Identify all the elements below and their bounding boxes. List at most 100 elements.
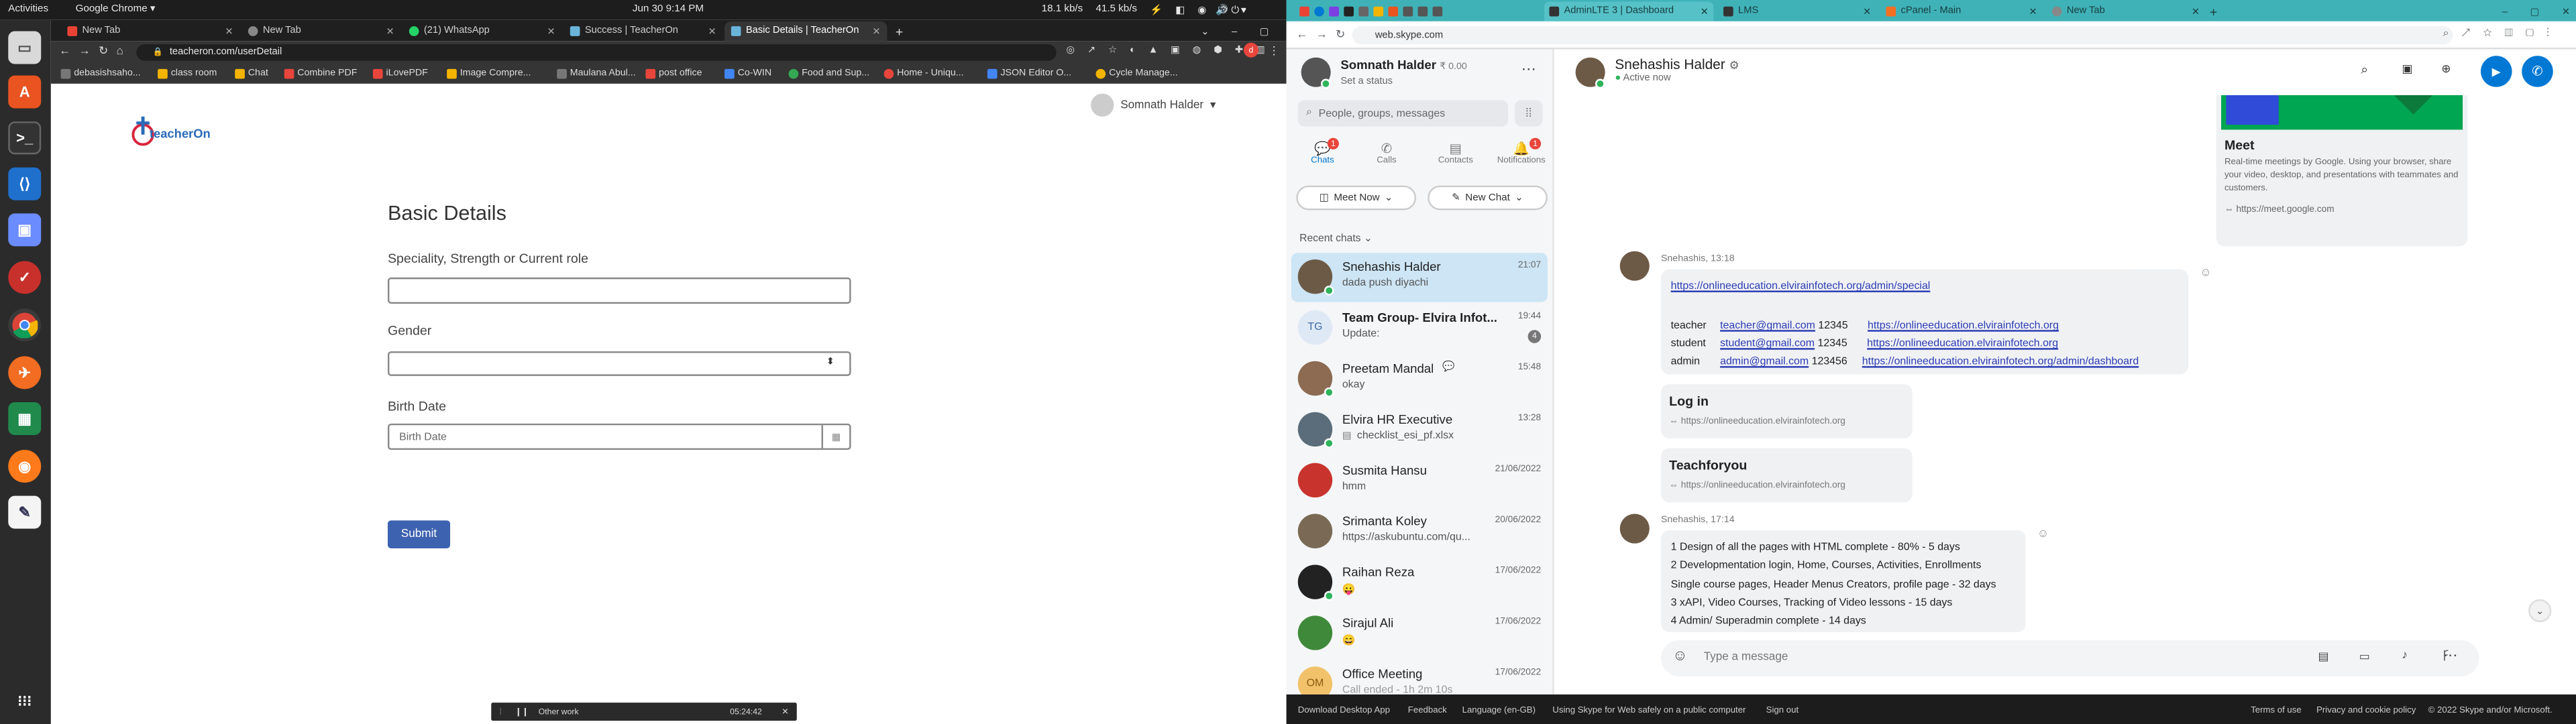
bookmark[interactable]: Co-WIN: [724, 68, 771, 79]
chat-item[interactable]: Raihan Reza 17/06/2022 😛: [1291, 558, 1548, 607]
close-icon[interactable]: ✕: [872, 25, 880, 37]
tab-whatsapp[interactable]: (21) WhatsApp ✕: [402, 21, 562, 41]
clock[interactable]: Jun 30 9:14 PM: [633, 3, 704, 15]
tab-new-tab-1[interactable]: New Tab ✕: [61, 21, 240, 41]
sign-out-link[interactable]: Sign out: [1766, 706, 1799, 716]
close-icon[interactable]: ✕: [2029, 6, 2037, 17]
calendar-icon[interactable]: ▦: [821, 425, 850, 448]
my-name[interactable]: Somnath Halder ₹ 0.00: [1340, 58, 1466, 72]
timer-icon[interactable]: ✓: [8, 261, 42, 294]
pause-icon[interactable]: ❙❙: [515, 707, 529, 717]
terms-link[interactable]: Terms of use: [2251, 706, 2302, 716]
link-preview-url[interactable]: ⇔ https://meet.google.com: [2224, 205, 2334, 215]
video-call-button[interactable]: ▶: [2480, 56, 2512, 87]
chat-item[interactable]: Snehashis Halder 21:07 dada push diyachi: [1291, 253, 1548, 302]
bookmark[interactable]: post office: [645, 68, 702, 79]
timer-widget[interactable]: ⁞ ❙❙ Other work 05:24:42 ✕: [491, 703, 797, 721]
file-attach-icon[interactable]: ▤: [2318, 650, 2329, 663]
search-input[interactable]: ⌕ People, groups, messages: [1297, 100, 1509, 127]
chat-item[interactable]: Sirajul Ali 17/06/2022 😄: [1291, 609, 1548, 658]
bookmark[interactable]: iLovePDF: [372, 68, 428, 79]
tab-basic-details[interactable]: Basic Details | TeacherOn ✕: [724, 21, 888, 42]
window-controls[interactable]: – ▢ ✕: [2502, 1, 2576, 21]
bookmark[interactable]: Image Compre...: [447, 68, 531, 79]
close-icon[interactable]: ✕: [782, 707, 788, 717]
emoji-icon[interactable]: ☺: [1672, 647, 1688, 663]
message-bubble[interactable]: 1 Design of all the pages with HTML comp…: [1660, 530, 2026, 632]
download-app-link[interactable]: Download Desktop App: [1298, 706, 1390, 716]
search-icon[interactable]: ⌕: [2361, 62, 2368, 78]
new-tab-button[interactable]: +: [889, 21, 908, 41]
meet-link-card[interactable]: Meet Real-time meetings by Google. Using…: [2216, 95, 2468, 247]
dialpad-icon[interactable]: ⁞⁞: [1514, 100, 1543, 127]
close-icon[interactable]: ✕: [1863, 6, 1871, 17]
tab-success-teacheron[interactable]: Success | TeacherOn ✕: [564, 21, 723, 41]
message-bubble[interactable]: https://onlineeducation.elvirainfotech.o…: [1660, 269, 2189, 375]
window-controls[interactable]: ⌄ – ▢ ✕: [1194, 21, 1286, 41]
meet-now-button[interactable]: ◫ Meet Now ⌄: [1296, 185, 1417, 210]
message-link[interactable]: https://onlineeducation.elvirainfotech.o…: [1671, 281, 1931, 292]
url-bar[interactable]: web.skype.com: [1352, 26, 2453, 45]
new-tab-button[interactable]: +: [2210, 1, 2217, 21]
tab-adminlte[interactable]: AdminLTE 3 | Dashboard ✕: [1544, 1, 1714, 21]
close-icon[interactable]: ✕: [1701, 6, 1709, 17]
language-link[interactable]: Language (en-GB): [1462, 706, 1536, 716]
bookmark[interactable]: Maulana Abul...: [557, 68, 636, 79]
firefox-icon[interactable]: ◉: [8, 450, 42, 483]
system-menu-icon[interactable]: 🔊 ⏻ ▾: [1216, 3, 1246, 18]
toolbar-icons[interactable]: ⌕ ↗ ☆ ▥ ▢ ⋮: [2443, 28, 2555, 42]
bookmark[interactable]: Chat: [235, 68, 268, 79]
safety-link[interactable]: Using Skype for Web safely on a public c…: [1552, 706, 1746, 716]
more-options-icon[interactable]: ⋯: [2443, 647, 2458, 665]
bookmark[interactable]: class room: [158, 68, 217, 79]
link-preview-card[interactable]: Log in ⇔ https://onlineeducation.elvirai…: [1660, 384, 1913, 438]
activities-button[interactable]: Activities: [8, 3, 48, 15]
screenshot-icon[interactable]: ▣: [8, 213, 42, 247]
feedback-link[interactable]: Feedback: [1408, 706, 1447, 716]
software-icon[interactable]: A: [8, 75, 42, 109]
chat-item[interactable]: Susmita Hansu 21/06/2022 hmm: [1291, 457, 1548, 505]
close-icon[interactable]: ✕: [225, 25, 233, 37]
tab-new-tab[interactable]: New Tab ✕: [2047, 1, 2204, 21]
text-editor-icon[interactable]: ✎: [8, 495, 42, 529]
close-icon[interactable]: ✕: [2192, 6, 2200, 17]
postman-icon[interactable]: ✈: [8, 356, 42, 389]
compose-bar[interactable]: ☺ Type a message Ꝼ: [1660, 640, 2479, 676]
role-input[interactable]: [387, 277, 851, 304]
profile-avatar[interactable]: d: [1243, 42, 1258, 58]
bookmark[interactable]: JSON Editor O...: [987, 68, 1071, 79]
nav-buttons[interactable]: ←→↻⌂: [59, 44, 131, 58]
vscode-icon[interactable]: ⟨⟩: [8, 167, 42, 200]
menu-icon[interactable]: ⋮: [1269, 44, 1280, 58]
tab-new-tab-2[interactable]: New Tab ✕: [241, 21, 401, 41]
emoji-reaction-icon[interactable]: ☺: [2037, 529, 2049, 540]
scroll-down-button[interactable]: ⌄: [2528, 599, 2552, 623]
user-menu[interactable]: Somnath Halder ▾: [1091, 93, 1216, 117]
chat-item[interactable]: Srimanta Koley 20/06/2022 https://askubunt…: [1291, 507, 1548, 556]
tab-calls[interactable]: ✆ Calls: [1364, 141, 1410, 178]
recent-chats-header[interactable]: Recent chats ⌄: [1299, 231, 1373, 245]
set-status[interactable]: Set a status: [1340, 77, 1393, 87]
bookmark[interactable]: Home - Uniqu...: [883, 68, 964, 79]
message-input[interactable]: Type a message: [1704, 652, 1788, 663]
emoji-reaction-icon[interactable]: ☺: [2200, 267, 2212, 279]
bookmark[interactable]: Cycle Manage...: [1095, 68, 1178, 79]
show-apps-icon[interactable]: ⁝⁝⁝: [8, 684, 41, 717]
contact-card-icon[interactable]: ▭: [2359, 650, 2370, 663]
link-preview-card[interactable]: Teachforyou ⇔ https://onlineeducation.el…: [1660, 448, 1913, 503]
files-icon[interactable]: ▭: [8, 31, 42, 64]
more-options-icon[interactable]: ⋯: [1521, 61, 1536, 79]
bookmark[interactable]: debasishsaho...: [60, 68, 141, 79]
url-bar[interactable]: 🔒 teacheron.com/userDetail: [136, 44, 1057, 61]
submit-button[interactable]: Submit: [387, 520, 451, 548]
tab-cpanel[interactable]: cPanel - Main ✕: [1881, 1, 2042, 21]
terminal-icon[interactable]: >_: [8, 121, 42, 155]
extension-icons[interactable]: ◎ ↗ ☆ ◐ ▲ ▣ ◍ ⬢ ✚ ▥: [1066, 44, 1270, 56]
close-icon[interactable]: ✕: [708, 25, 716, 37]
new-chat-button[interactable]: ✎ New Chat ⌄: [1428, 185, 1548, 210]
chat-item[interactable]: OM Office Meeting 17/06/2022 Call ended - …: [1291, 660, 1548, 695]
spreadsheet-icon[interactable]: ▦: [8, 402, 42, 435]
close-icon[interactable]: ✕: [547, 25, 555, 37]
pinned-tabs[interactable]: [1299, 1, 1443, 21]
bookmark[interactable]: Food and Sup...: [788, 68, 869, 79]
